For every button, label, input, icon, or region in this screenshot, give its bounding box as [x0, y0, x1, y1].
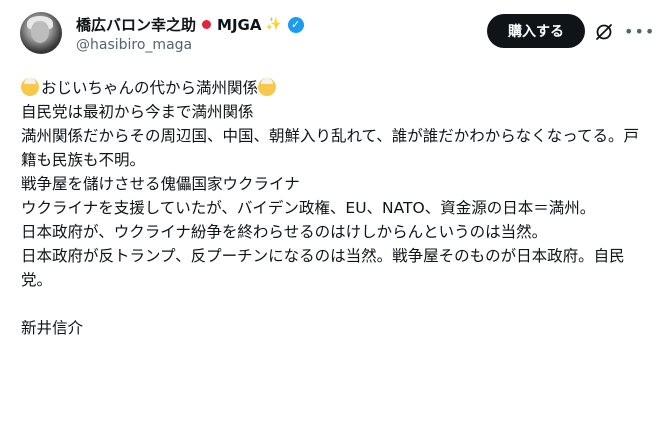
- buy-button[interactable]: 購入する: [487, 14, 585, 48]
- post-text: おじいちゃんの代から満州関係 自民党は最初から今まで満州関係 満州関係だからその…: [21, 76, 646, 340]
- post-line: 日本政府が反トランプ、反プーチンになるのは当然。戦争屋そのものが日本政府。自民党…: [21, 247, 625, 289]
- grok-icon[interactable]: [594, 22, 614, 42]
- post-line-text: おじいちゃんの代から満州関係: [41, 79, 259, 97]
- post-line: 戦争屋を儲けさせる傀儡国家ウクライナ: [21, 175, 300, 193]
- post-line: ウクライナを支援していたが、バイデン政権、EU、NATO、資金源の日本＝満州。: [21, 199, 596, 217]
- user-badge-text: MJGA: [217, 15, 262, 34]
- post-line: 満州関係だからその周辺国、中国、朝鮮入り乱れて、誰が誰だかわからなくなってる。戸…: [21, 127, 639, 169]
- verified-badge-icon[interactable]: ✓: [287, 16, 304, 33]
- avatar-face: [31, 21, 49, 43]
- post-line: 日本政府が、ウクライナ紛争を終わらせるのはけしからんというのは当然。: [21, 223, 548, 241]
- japan-flag-icon: [202, 20, 212, 29]
- post-line: 自民党は最初から今まで満州関係: [21, 103, 254, 121]
- older-person-emoji-icon: [21, 78, 39, 96]
- post-signature: 新井信介: [21, 319, 84, 337]
- user-name-row[interactable]: 橋広バロン幸之助 MJGA ✨ ✓: [76, 14, 304, 35]
- display-name[interactable]: 橋広バロン幸之助: [76, 14, 196, 35]
- more-icon[interactable]: •••: [624, 22, 654, 42]
- user-handle[interactable]: @hasibiro_maga: [76, 37, 192, 53]
- avatar[interactable]: [20, 12, 62, 54]
- older-person-emoji-icon: [258, 78, 277, 96]
- post-line: おじいちゃんの代から満州関係: [21, 76, 646, 100]
- sparkle-icon: ✨: [265, 17, 282, 32]
